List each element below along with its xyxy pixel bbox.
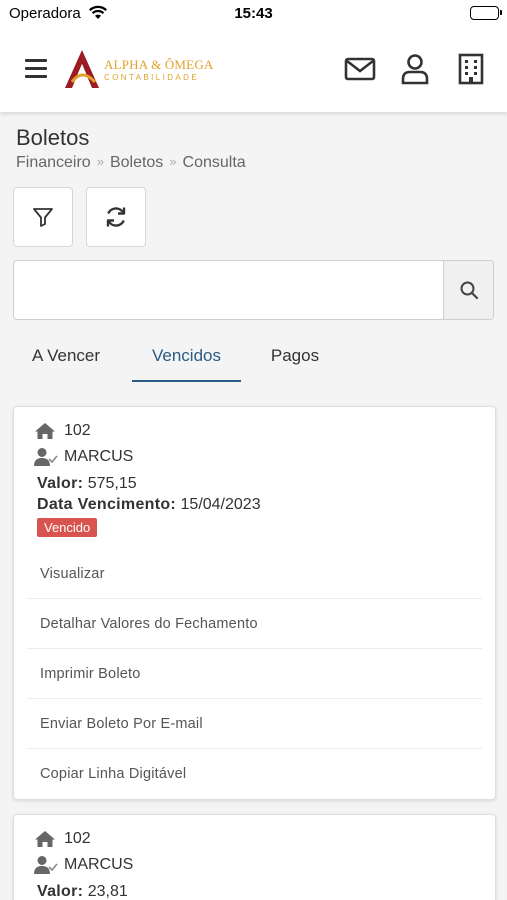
building-icon[interactable] xyxy=(454,52,488,86)
owner-line: MARCUS xyxy=(34,447,133,467)
valor-label: Valor: xyxy=(37,475,84,492)
home-icon xyxy=(34,829,58,849)
menu-icon[interactable] xyxy=(25,59,47,78)
refresh-icon xyxy=(106,207,126,227)
filter-icon xyxy=(33,208,53,227)
tab-pagos[interactable]: Pagos xyxy=(258,336,332,382)
breadcrumb-separator: » xyxy=(96,154,104,169)
status-bar: Operadora 15:43 xyxy=(0,0,507,26)
breadcrumb-item-consulta: Consulta xyxy=(182,154,246,171)
logo: ALPHA & ÔMEGA CONTABILIDADE xyxy=(62,48,214,92)
app-header: ALPHA & ÔMEGA CONTABILIDADE xyxy=(0,26,507,112)
logo-title: ALPHA & ÔMEGA xyxy=(104,57,214,72)
search-box xyxy=(13,260,494,320)
breadcrumb-item-financeiro[interactable]: Financeiro xyxy=(16,154,91,171)
search-button[interactable] xyxy=(443,261,493,319)
battery-icon xyxy=(470,6,502,20)
logo-subtitle: CONTABILIDADE xyxy=(104,73,200,82)
vencimento-label: Data Vencimento: xyxy=(37,496,177,513)
page-title: Boletos xyxy=(16,125,90,150)
unit-line: 102 xyxy=(34,421,91,441)
valor-line: Valor: 23,81 xyxy=(37,883,128,900)
boleto-card: 102 MARCUS Valor: 23,81 xyxy=(13,814,496,900)
owner-name: MARCUS xyxy=(64,856,134,873)
valor-value: 23,81 xyxy=(87,883,128,900)
owner-name: MARCUS xyxy=(64,448,134,465)
unit-number: 102 xyxy=(64,422,91,439)
breadcrumb-separator: » xyxy=(169,154,177,169)
valor-value: 575,15 xyxy=(87,475,137,492)
action-copiar-linha[interactable]: Copiar Linha Digitável xyxy=(27,749,482,799)
filter-button[interactable] xyxy=(13,187,73,247)
breadcrumb-item-boletos[interactable]: Boletos xyxy=(110,154,163,171)
status-badge: Vencido xyxy=(37,518,98,537)
user-icon[interactable] xyxy=(398,52,432,86)
valor-label: Valor: xyxy=(37,883,84,900)
action-enviar-email[interactable]: Enviar Boleto Por E-mail xyxy=(27,699,482,749)
search-icon xyxy=(460,281,478,300)
vencimento-value: 15/04/2023 xyxy=(180,496,261,513)
action-visualizar[interactable]: Visualizar xyxy=(27,549,482,599)
action-imprimir-boleto[interactable]: Imprimir Boleto xyxy=(27,649,482,699)
logo-mark-icon xyxy=(65,50,99,88)
boleto-card: 102 MARCUS Valor: 575,15 Data Vencimento… xyxy=(13,406,496,800)
home-icon xyxy=(34,421,58,441)
search-input[interactable] xyxy=(14,261,444,319)
user-check-icon xyxy=(34,447,58,467)
valor-line: Valor: 575,15 xyxy=(37,475,137,493)
unit-line: 102 xyxy=(34,829,91,849)
tab-vencidos[interactable]: Vencidos xyxy=(132,336,241,382)
status-time: 15:43 xyxy=(234,5,273,22)
action-detalhar-valores[interactable]: Detalhar Valores do Fechamento xyxy=(27,599,482,649)
breadcrumb: Financeiro » Boletos » Consulta xyxy=(16,154,246,172)
owner-line: MARCUS xyxy=(34,855,133,875)
refresh-button[interactable] xyxy=(86,187,146,247)
action-list: Visualizar Detalhar Valores do Fechament… xyxy=(27,549,482,799)
mail-icon[interactable] xyxy=(343,52,377,86)
tab-a-vencer[interactable]: A Vencer xyxy=(20,336,112,382)
unit-number: 102 xyxy=(64,830,91,847)
user-check-icon xyxy=(34,855,58,875)
vencimento-line: Data Vencimento: 15/04/2023 xyxy=(37,496,261,514)
